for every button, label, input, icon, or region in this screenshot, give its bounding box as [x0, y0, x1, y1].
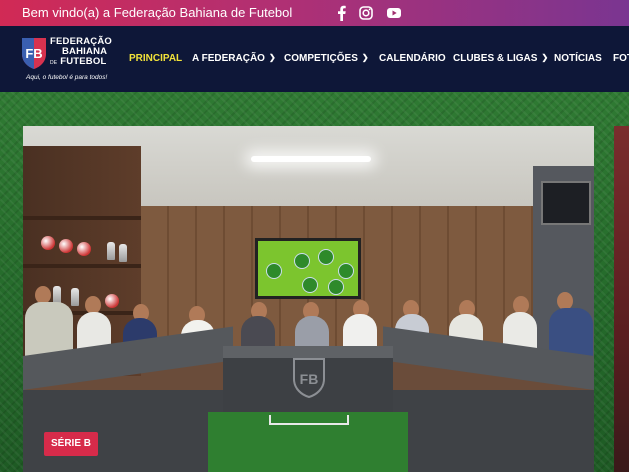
football [41, 236, 55, 250]
nav-clubes-ligas[interactable]: CLUBES & LIGAS ❯ [453, 53, 548, 64]
nav-truncated[interactable]: FOT [613, 53, 629, 64]
trophy [119, 244, 127, 262]
table-side-left [23, 390, 228, 472]
nav-principal[interactable]: PRINCIPAL [129, 53, 182, 64]
trophy [107, 242, 115, 260]
svg-text:FB: FB [25, 46, 42, 61]
wall-window [541, 181, 591, 225]
nav-label: FOT [613, 53, 629, 64]
main-navigation: FB FEDERAÇÃO BAHIANA DE FUTEBOL Aqui, o … [0, 26, 629, 92]
logo-line-futebol: FUTEBOL [60, 56, 107, 67]
nav-label: A FEDERAÇÃO [192, 53, 265, 64]
chevron-down-icon: ❯ [268, 53, 276, 62]
welcome-text: Bem vindo(a) a Federação Bahiana de Fute… [22, 5, 293, 20]
fbf-emblem-icon: FB [293, 358, 325, 399]
fbf-shield-icon: FB [22, 38, 46, 69]
youtube-icon[interactable] [386, 5, 402, 21]
screen-graphic [338, 263, 354, 279]
site-logo[interactable]: FB FEDERAÇÃO BAHIANA DE FUTEBOL Aqui, o … [20, 36, 112, 88]
logo-wordmark: FEDERAÇÃO BAHIANA DE FUTEBOL [50, 37, 112, 68]
nav-label: NOTÍCIAS [554, 53, 602, 64]
shelf-board [23, 264, 141, 268]
screen-graphic [318, 249, 334, 265]
nav-label: CALENDÁRIO [379, 53, 446, 64]
facebook-icon[interactable] [334, 5, 350, 21]
table-side-right [389, 390, 594, 472]
logo-slogan: Aqui, o futebol é para todos! [26, 74, 108, 81]
logo-line-de: DE [50, 60, 58, 66]
football [59, 239, 73, 253]
svg-text:FB: FB [300, 371, 319, 387]
shelf-board [23, 216, 141, 220]
field-marking [269, 415, 349, 425]
nav-competicoes[interactable]: COMPETIÇÕES ❯ [284, 53, 369, 64]
nav-label: CLUBES & LIGAS [453, 53, 538, 64]
next-slide-peek[interactable] [614, 126, 629, 472]
screen-graphic [294, 253, 310, 269]
ceiling-light [251, 156, 371, 162]
instagram-icon[interactable] [358, 5, 374, 21]
nav-a-federacao[interactable]: A FEDERAÇÃO ❯ [192, 53, 276, 64]
category-badge[interactable]: SÉRIE B [44, 432, 98, 456]
chevron-down-icon: ❯ [361, 53, 369, 62]
top-bar: Bem vindo(a) a Federação Bahiana de Fute… [0, 0, 629, 26]
screen-graphic [266, 263, 282, 279]
nav-noticias[interactable]: NOTÍCIAS [554, 53, 602, 64]
football [77, 242, 91, 256]
nav-label: COMPETIÇÕES [284, 53, 358, 64]
nav-calendario[interactable]: CALENDÁRIO [379, 53, 446, 64]
chevron-down-icon: ❯ [541, 53, 549, 62]
nav-label: PRINCIPAL [129, 53, 183, 64]
featured-news-image[interactable]: FB [23, 126, 594, 472]
